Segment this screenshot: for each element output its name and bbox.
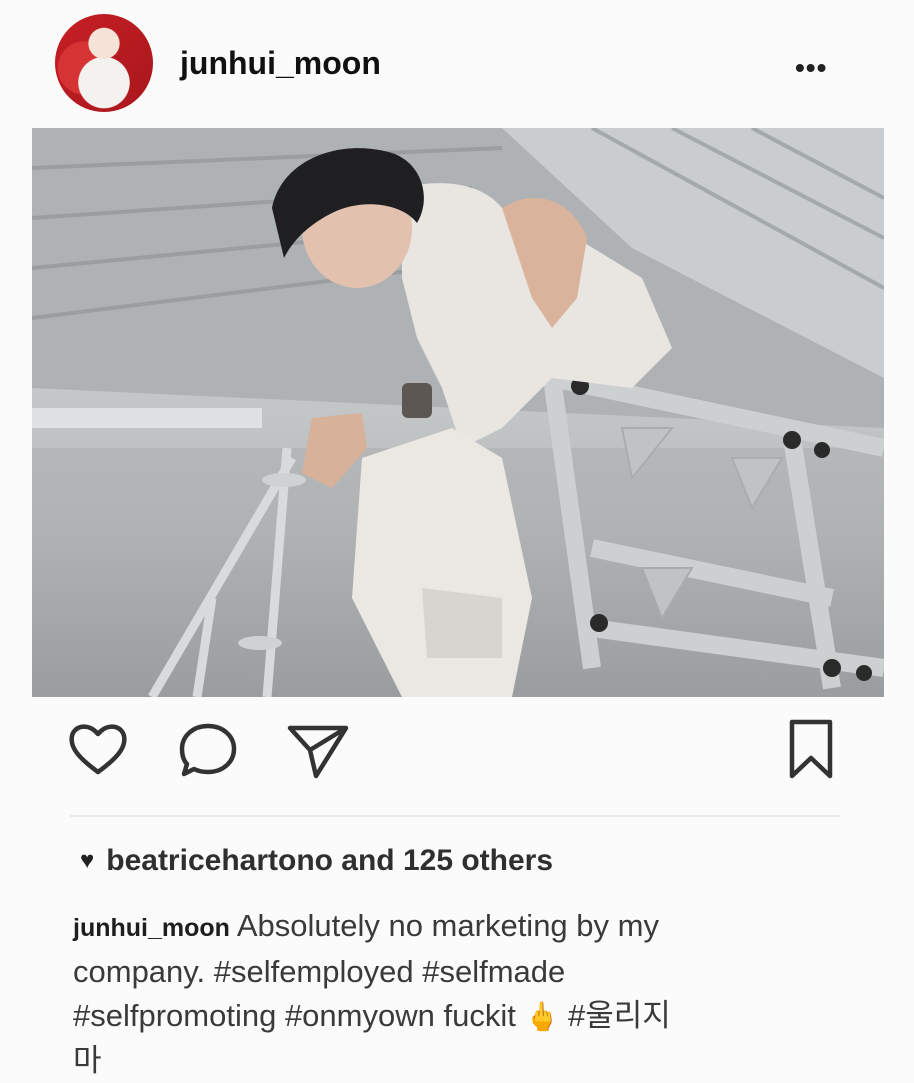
post-header: junhui_moon ••• bbox=[0, 0, 914, 128]
bookmark-icon[interactable] bbox=[784, 718, 838, 787]
likes-summary[interactable]: ♥ beatricehartono and 125 others bbox=[80, 844, 553, 878]
post-caption: junhui_moon Absolutely no marketing by m… bbox=[73, 904, 833, 1083]
post-username[interactable]: junhui_moon bbox=[180, 45, 381, 82]
middle-finger-emoji-icon: 🖕 bbox=[524, 1001, 560, 1032]
photo-scene bbox=[32, 128, 884, 697]
heart-filled-icon: ♥ bbox=[80, 847, 95, 874]
comment-bubble-icon[interactable] bbox=[176, 718, 240, 787]
post-photo[interactable] bbox=[32, 128, 884, 697]
caption-username[interactable]: junhui_moon bbox=[73, 914, 230, 942]
caption-hashtag-korean[interactable]: #울리지 bbox=[568, 998, 671, 1033]
divider bbox=[70, 815, 840, 817]
send-paper-plane-icon[interactable] bbox=[286, 718, 350, 787]
caption-line-2: company. #selfemployed #selfmade bbox=[73, 954, 566, 989]
heart-outline-icon[interactable] bbox=[66, 718, 130, 787]
more-options-icon[interactable]: ••• bbox=[795, 52, 827, 84]
action-bar bbox=[0, 718, 914, 798]
caption-line-1: Absolutely no marketing by my bbox=[236, 908, 659, 943]
caption-line-4: 마 bbox=[73, 1043, 102, 1078]
likes-text[interactable]: beatricehartono and 125 others bbox=[106, 844, 553, 878]
profile-avatar[interactable] bbox=[55, 14, 153, 112]
caption-line-3a: #selfpromoting #onmyown fuckit bbox=[73, 998, 516, 1033]
